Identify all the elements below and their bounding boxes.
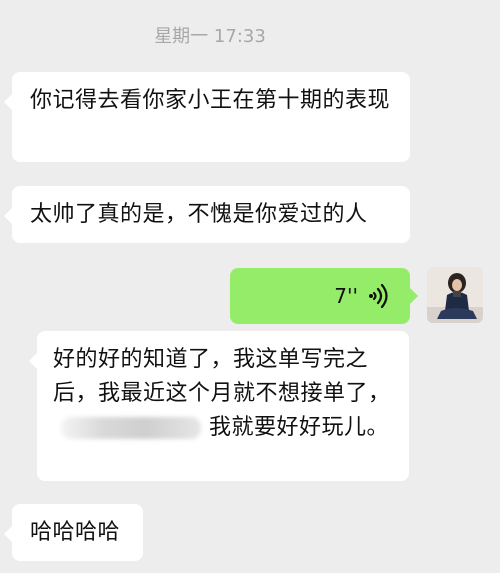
message-timestamp: 星期一 17:33 (154, 26, 266, 47)
message-text: 好的好的知道了，我这单写完之后，我最近这个月就不想接单了， (53, 347, 391, 406)
message-text: 你记得去看你家小王在第十期的表现 (30, 88, 391, 113)
blurred-redaction (61, 417, 201, 439)
avatar-image (427, 267, 483, 323)
message-text: 太帅了真的是，不愧是你爱过的人 (30, 202, 368, 227)
received-message-bubble[interactable]: 太帅了真的是，不愧是你爱过的人 (4, 186, 410, 243)
received-message-bubble[interactable]: 你记得去看你家小王在第十期的表现 (4, 72, 410, 162)
voice-duration: 7'' (334, 284, 358, 308)
voice-wave-icon (369, 284, 388, 308)
message-text: 哈哈哈哈 (30, 520, 121, 545)
received-message-bubble[interactable]: 哈哈哈哈 (4, 504, 143, 561)
sent-voice-message[interactable]: 7'' (230, 268, 418, 324)
user-avatar[interactable] (427, 267, 483, 323)
message-text: 我就要好好玩儿。 (209, 415, 390, 440)
received-message-bubble[interactable]: 好的好的知道了，我这单写完之后，我最近这个月就不想接单了， 我就要好好玩儿。 (29, 331, 409, 481)
